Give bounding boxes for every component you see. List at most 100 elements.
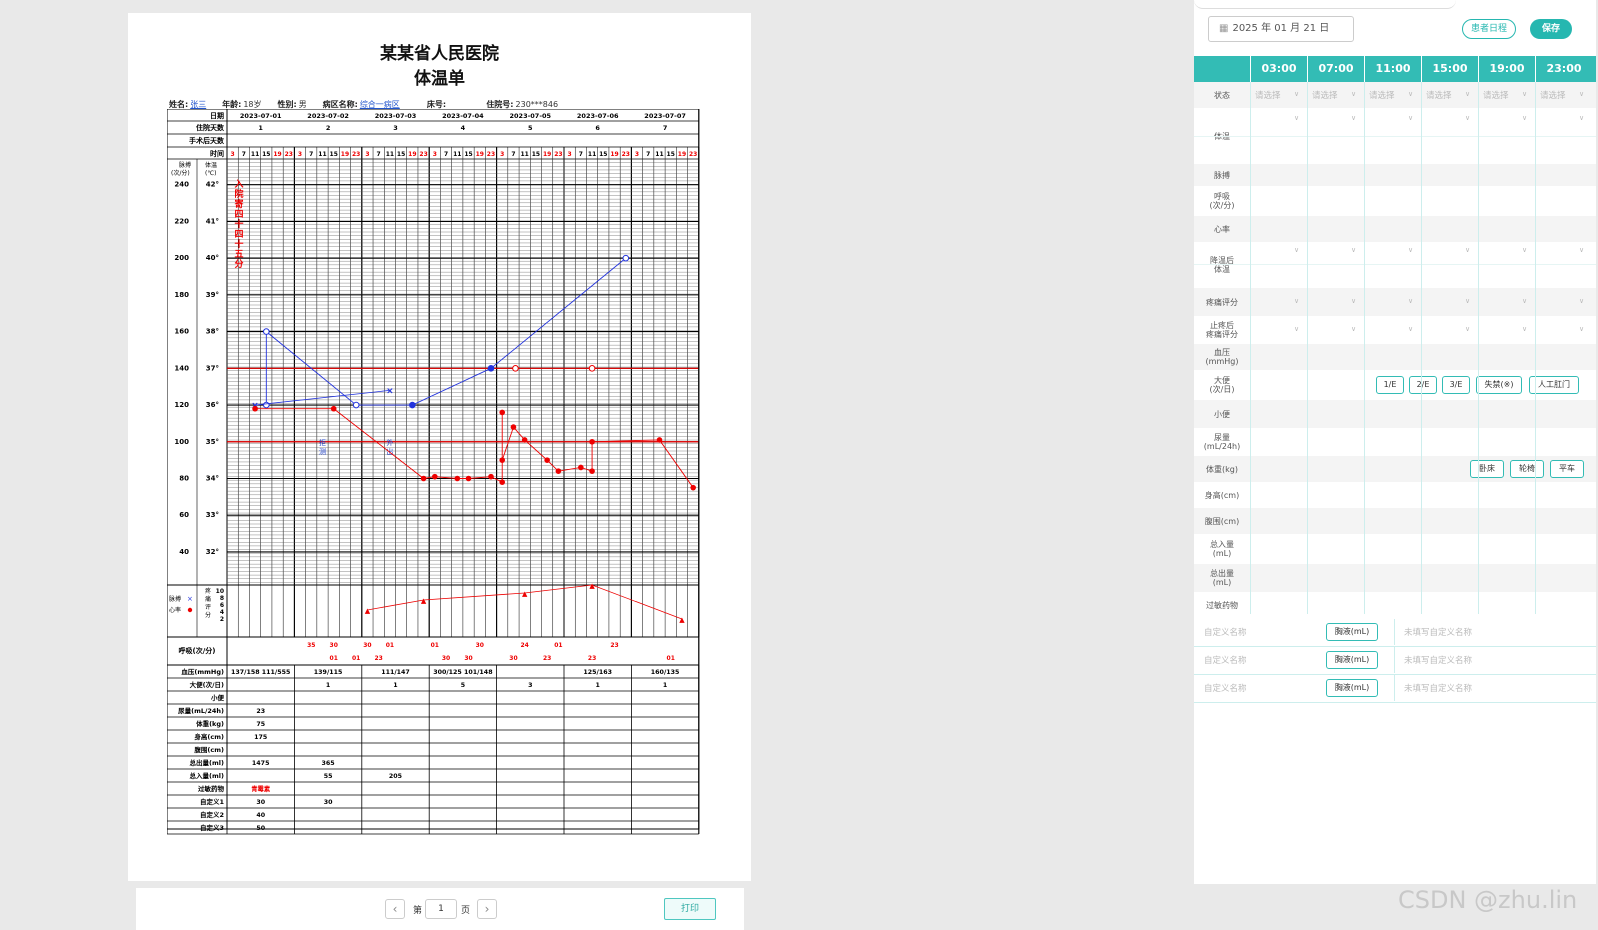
save-button[interactable]: 保存 [1530,19,1572,39]
row-label-text: (mL/24h) [1203,442,1241,451]
chevron-down-icon[interactable]: ∨ [1408,114,1413,122]
weight-mode-button[interactable]: 平车 [1550,460,1584,478]
chevron-down-icon[interactable]: ∨ [1408,297,1413,305]
chevron-down-icon[interactable]: ∨ [1294,297,1299,305]
header-row-label: 日期 [210,111,224,120]
custom-value-input[interactable]: 未填写自定义名称 [1404,682,1472,694]
temperature-point [352,401,360,409]
date-label: 2023-07-06 [577,112,619,120]
prev-page-button[interactable]: ‹ [385,899,405,919]
chevron-down-icon[interactable]: ∨ [1465,114,1470,122]
header-row-label: 时间 [210,149,224,158]
ward-label: 病区名称: [322,100,358,109]
chevron-down-icon[interactable]: ∨ [1522,246,1527,254]
custom-value-input[interactable]: 未填写自定义名称 [1404,654,1472,666]
row-label-pain: 疼痛评分 [1194,298,1250,307]
custom-unit-button[interactable]: 胸液(mL) [1326,651,1378,669]
stool-option-button[interactable]: 1/E [1376,376,1404,394]
row-label-text: 尿量 [1214,433,1230,442]
time-slot-label: 3 [298,151,302,158]
chevron-down-icon[interactable]: ∨ [1522,114,1527,122]
chevron-down-icon[interactable]: ∨ [1465,246,1470,254]
chevron-down-icon[interactable]: ∨ [1522,297,1527,305]
print-button[interactable]: 打印 [664,898,716,920]
date-label: 2023-07-04 [442,112,484,120]
row-label-cool: 降温后 体温 [1194,256,1250,274]
custom-unit-button[interactable]: 胸液(mL) [1326,623,1378,641]
chevron-down-icon[interactable]: ∨ [1351,325,1356,333]
pulse-point [488,473,494,480]
chevron-down-icon[interactable]: ∨ [1579,297,1584,305]
bottom-row-cell: 5 [461,682,465,689]
stool-option-button[interactable]: 3/E [1442,376,1470,394]
status-select[interactable]: 请选择 [1312,89,1338,101]
custom-row: 自定义名称 胸液(mL) 未填写自定义名称 [1194,674,1596,703]
chevron-down-icon[interactable]: ∨ [1465,325,1470,333]
ward-link[interactable]: 综合一病区 [360,100,400,109]
chevron-down-icon[interactable]: ∨ [1408,325,1413,333]
chevron-down-icon[interactable]: ∨ [1294,325,1299,333]
chevron-down-icon[interactable]: ∨ [1522,325,1527,333]
stool-option-button[interactable]: 人工肛门 [1529,376,1579,394]
pulse-tick: 60 [179,511,189,519]
time-slot-label: 15 [667,151,675,158]
time-slot-label: 23 [419,151,427,158]
resp-value: 35 [307,642,315,649]
stool-option-button[interactable]: 2/E [1409,376,1437,394]
resp-value: 01 [667,655,675,662]
chevron-down-icon[interactable]: ∨ [1579,325,1584,333]
time-slot-label: 7 [511,151,515,158]
custom-value-input[interactable]: 未填写自定义名称 [1404,626,1472,638]
resp-value: 01 [386,642,394,649]
pulse-axis-label: 脉搏 [179,161,191,169]
patient-name-link[interactable]: 张三 [190,100,206,109]
chevron-down-icon[interactable]: ∨ [1579,114,1584,122]
chevron-down-icon[interactable]: ∨ [1294,114,1299,122]
status-select[interactable]: 请选择 [1483,89,1509,101]
status-select[interactable]: 请选择 [1369,89,1395,101]
chevron-down-icon[interactable]: ∨ [1351,297,1356,305]
pain-label-char: 评 [205,603,211,611]
row-label-text: 状态 [1214,90,1230,100]
sex-label: 性别: [277,100,297,109]
date-label: 2023-07-03 [375,112,417,120]
status-select[interactable]: 请选择 [1255,89,1281,101]
date-picker[interactable]: ▦ 2025 年 01 月 21 日 [1208,16,1354,42]
bottom-row-cell: 30 [324,799,333,806]
pulse-point [465,475,472,482]
custom-divider [1394,647,1395,673]
status-select[interactable]: 请选择 [1540,89,1566,101]
temp-tick: 39° [206,291,219,299]
pulse-point [432,473,438,480]
legend-x-mark: × [187,595,193,603]
vital-chart-svg: 日期住院天数手术后天数时间2023-07-0113 7 11 15 19 232023-0… [166,108,700,835]
status-select[interactable]: 请选择 [1426,89,1452,101]
chevron-down-icon[interactable]: ∨ [1294,246,1299,254]
resp-value: 30 [464,655,472,662]
custom-name-field[interactable]: 自定义名称 [1204,626,1247,638]
next-page-button[interactable]: › [477,899,497,919]
axillary-temp-marker: × [386,386,394,396]
chevron-down-icon[interactable]: ∨ [1408,246,1413,254]
page-suffix: 页 [461,906,471,916]
custom-name-field[interactable]: 自定义名称 [1204,682,1247,694]
custom-unit-button[interactable]: 胸液(mL) [1326,679,1378,697]
pulse-tick: 40 [179,548,189,556]
row-label-allergy: 过敏药物 [1194,601,1250,610]
patient-schedule-button[interactable]: 患者日程 [1462,19,1516,39]
weight-mode-button[interactable]: 轮椅 [1510,460,1544,478]
resp-label: 呼吸(次/分) [179,646,216,655]
time-slot-label: 11 [521,151,529,158]
pulse-tick: 120 [174,401,189,409]
chevron-down-icon: ∨ [1579,90,1585,98]
chevron-down-icon[interactable]: ∨ [1351,114,1356,122]
chart-note-char: 外 [386,438,393,447]
stool-option-button[interactable]: 失禁(※) [1476,376,1522,394]
weight-mode-button[interactable]: 卧床 [1470,460,1504,478]
page-input[interactable]: 1 [425,899,457,919]
custom-name-field[interactable]: 自定义名称 [1204,654,1247,666]
chevron-down-icon: ∨ [1465,90,1471,98]
chevron-down-icon[interactable]: ∨ [1351,246,1356,254]
chevron-down-icon[interactable]: ∨ [1579,246,1584,254]
chevron-down-icon[interactable]: ∨ [1465,297,1470,305]
